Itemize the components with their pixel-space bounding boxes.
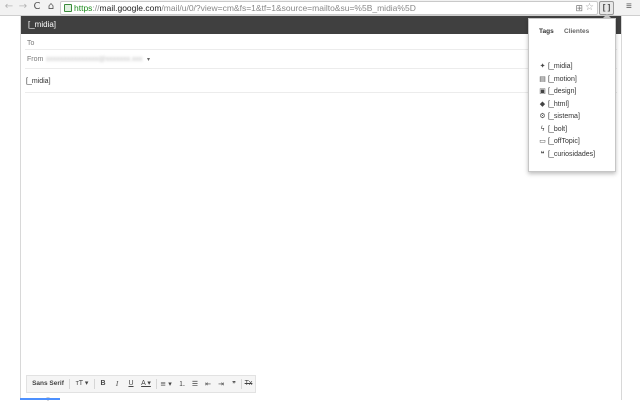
tag-label: [_curiosidades] bbox=[548, 150, 596, 158]
divider bbox=[69, 379, 70, 389]
tag-item-curiosidades[interactable]: ❝ [_curiosidades] bbox=[538, 148, 595, 161]
tag-list: ✦ [_midia] ▤ [_motion] ▣ [_design] ◆ [_html]… bbox=[538, 60, 595, 160]
extension-button[interactable]: [ ] bbox=[599, 1, 614, 15]
align-button[interactable]: ≡ ▾ bbox=[158, 376, 174, 392]
browser-toolbar: ← → C ⌂ https://mail.google.com/mail/u/0… bbox=[0, 0, 640, 16]
film-icon: ▤ bbox=[539, 74, 546, 83]
indent-less-button[interactable]: ⇤ bbox=[202, 376, 214, 392]
indent-more-button[interactable]: ⇥ bbox=[215, 376, 227, 392]
bold-button[interactable]: B bbox=[97, 376, 109, 392]
tag-item-offtopic[interactable]: ▭ [_offTopic] bbox=[538, 135, 595, 148]
tag-label: [_html] bbox=[548, 100, 570, 108]
image-icon: ▣ bbox=[539, 87, 546, 95]
laptop-icon: ▭ bbox=[539, 137, 546, 145]
tab-tags[interactable]: Tags bbox=[539, 28, 554, 35]
tag-label: [_design] bbox=[548, 88, 577, 95]
forward-arrow-icon[interactable]: → bbox=[17, 1, 29, 13]
cogs-icon: ⚙ bbox=[539, 112, 546, 120]
tag-item-midia[interactable]: ✦ [_midia] bbox=[538, 60, 595, 73]
back-arrow-icon[interactable]: ← bbox=[3, 1, 15, 13]
divider bbox=[241, 379, 242, 389]
star-icon[interactable]: ☆ bbox=[585, 2, 594, 13]
subject-field[interactable]: [_midia] bbox=[26, 78, 51, 85]
to-field[interactable]: To bbox=[27, 40, 34, 47]
tag-item-design[interactable]: ▣ [_design] bbox=[538, 85, 595, 98]
bolt-icon: ϟ bbox=[540, 124, 545, 133]
bulleted-list-button[interactable]: ☰ bbox=[189, 376, 201, 392]
tab-clientes[interactable]: Clientes bbox=[564, 28, 589, 35]
compose-title: [_midia] bbox=[28, 20, 57, 29]
url-text: https://mail.google.com/mail/u/0/?view=c… bbox=[74, 3, 416, 13]
comments-icon: ❝ bbox=[540, 149, 545, 158]
tag-item-bolt[interactable]: ϟ [_bolt] bbox=[538, 123, 595, 136]
tag-label: [_offTopic] bbox=[548, 138, 580, 145]
tags-icon: ◆ bbox=[539, 99, 546, 108]
from-label: From bbox=[27, 56, 44, 63]
formatting-toolbar: Sans Serif ▾ тT ▾ B I U A ▾ ≡ ▾ ⒈ ☰ ⇤ ⇥ … bbox=[26, 375, 256, 403]
tag-item-sistema[interactable]: ⚙ [_sistema] bbox=[538, 110, 595, 123]
reload-icon[interactable]: C bbox=[31, 1, 43, 13]
page-action-icon[interactable]: ⊞ bbox=[575, 3, 583, 14]
tag-item-html[interactable]: ◆ [_html] bbox=[538, 98, 595, 111]
tag-label: [_motion] bbox=[548, 75, 577, 83]
italic-button[interactable]: I bbox=[111, 376, 123, 392]
tag-label: [_sistema] bbox=[548, 113, 580, 120]
menu-icon[interactable]: ≡ bbox=[626, 1, 632, 13]
tags-popup: Tags Clientes ✦ [_midia] ▤ [_motion] ▣ [_de… bbox=[528, 18, 616, 172]
text-color-button[interactable]: A ▾ bbox=[138, 376, 154, 392]
divider bbox=[94, 379, 95, 389]
font-family-select[interactable]: Sans Serif ▾ bbox=[30, 376, 66, 403]
numbered-list-button[interactable]: ⒈ bbox=[176, 376, 188, 392]
from-value[interactable]: xxxxxxxxxxxxxxx@xxxxxxx.xxx bbox=[46, 55, 143, 64]
remove-formatting-button[interactable]: Tx bbox=[243, 376, 254, 392]
tag-label: [_midia] bbox=[548, 63, 573, 70]
font-size-button[interactable]: тT ▾ bbox=[72, 376, 92, 392]
underline-button[interactable]: U bbox=[125, 376, 137, 392]
tag-label: [_bolt] bbox=[548, 125, 568, 133]
home-icon[interactable]: ⌂ bbox=[45, 1, 57, 13]
lock-icon bbox=[64, 4, 72, 12]
divider bbox=[156, 379, 157, 389]
address-bar[interactable]: https://mail.google.com/mail/u/0/?view=c… bbox=[60, 1, 598, 15]
tag-item-motion[interactable]: ▤ [_motion] bbox=[538, 73, 595, 86]
quote-button[interactable]: ❞ bbox=[228, 376, 240, 392]
chevron-down-icon[interactable]: ▾ bbox=[147, 56, 150, 63]
twitter-bird-icon: ✦ bbox=[539, 62, 546, 70]
